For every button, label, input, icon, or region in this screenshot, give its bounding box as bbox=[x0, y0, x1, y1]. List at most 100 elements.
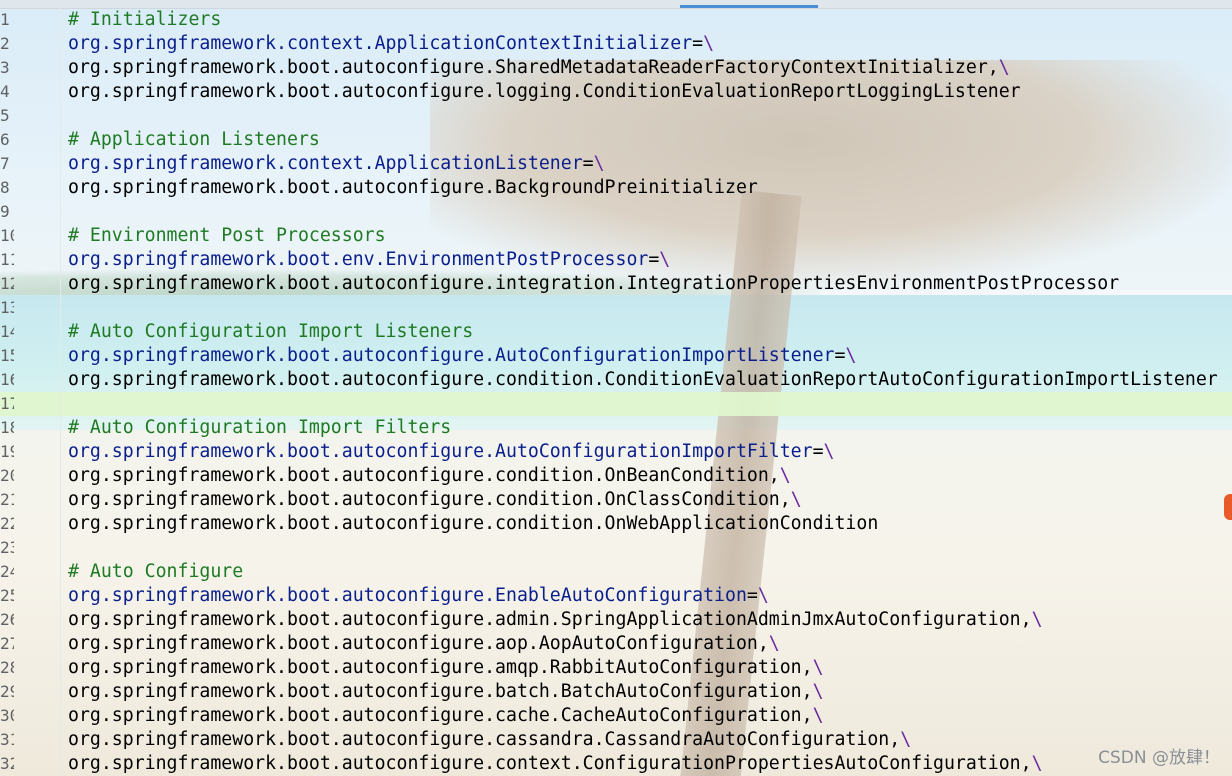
code-text: org.springframework.boot.autoconfigure.c… bbox=[68, 728, 911, 752]
property-value: org.springframework.boot.autoconfigure.i… bbox=[68, 273, 1120, 294]
line-continuation: \ bbox=[900, 729, 912, 750]
line-number: 26 bbox=[0, 610, 14, 629]
comment-text: # Environment Post Processors bbox=[68, 225, 386, 246]
code-text: org.springframework.boot.autoconfigure.c… bbox=[68, 464, 791, 488]
line-continuation: \ bbox=[998, 57, 1010, 78]
line-number: 23 bbox=[0, 538, 14, 557]
property-key: org.springframework.boot.autoconfigure.E… bbox=[68, 585, 747, 606]
watermark: CSDN @放肆！ bbox=[1098, 748, 1220, 768]
code-text: org.springframework.boot.autoconfigure.a… bbox=[68, 608, 1043, 632]
code-text: org.springframework.boot.autoconfigure.S… bbox=[68, 56, 1010, 80]
line-number: 27 bbox=[0, 634, 14, 653]
code-text: # Auto Configure bbox=[68, 560, 243, 584]
code-text: org.springframework.context.ApplicationL… bbox=[68, 152, 605, 176]
code-text: org.springframework.boot.autoconfigure.a… bbox=[68, 632, 780, 656]
line-continuation: \ bbox=[790, 489, 802, 510]
comment-text: # Auto Configure bbox=[68, 561, 244, 582]
line-number: 4 bbox=[0, 82, 10, 101]
code-text: # Environment Post Processors bbox=[68, 224, 386, 248]
line-number: 1 bbox=[0, 10, 10, 29]
line-number: 2 bbox=[0, 34, 10, 53]
code-text: # Initializers bbox=[68, 8, 221, 32]
property-value: org.springframework.boot.autoconfigure.S… bbox=[68, 57, 999, 78]
property-key: org.springframework.boot.autoconfigure.A… bbox=[68, 345, 835, 366]
line-number: 32 bbox=[0, 754, 14, 773]
line-number: 9 bbox=[0, 202, 10, 221]
line-continuation: =\ bbox=[582, 153, 605, 174]
active-tab-indicator bbox=[680, 5, 818, 8]
line-continuation: =\ bbox=[812, 441, 835, 462]
line-number: 10 bbox=[0, 226, 14, 245]
line-number: 17 bbox=[0, 394, 14, 413]
side-notification-chip[interactable] bbox=[1224, 494, 1232, 520]
line-continuation: =\ bbox=[834, 345, 857, 366]
line-number: 18 bbox=[0, 418, 14, 437]
line-number: 14 bbox=[0, 322, 14, 341]
property-value: org.springframework.boot.autoconfigure.c… bbox=[68, 513, 879, 534]
code-text: org.springframework.boot.autoconfigure.c… bbox=[68, 752, 1043, 776]
property-value: org.springframework.boot.autoconfigure.c… bbox=[68, 489, 791, 510]
line-number: 6 bbox=[0, 130, 10, 149]
line-number: 8 bbox=[0, 178, 10, 197]
property-key: org.springframework.boot.autoconfigure.A… bbox=[68, 441, 813, 462]
code-text: org.springframework.boot.autoconfigure.c… bbox=[68, 704, 824, 728]
line-number: 16 bbox=[0, 370, 14, 389]
property-key: org.springframework.context.ApplicationL… bbox=[68, 153, 583, 174]
line-number: 3 bbox=[0, 58, 10, 77]
code-text: org.springframework.boot.env.Environment… bbox=[68, 248, 670, 272]
line-continuation: \ bbox=[812, 705, 824, 726]
property-value: org.springframework.boot.autoconfigure.c… bbox=[68, 369, 1218, 390]
line-continuation: =\ bbox=[746, 585, 769, 606]
code-text: org.springframework.boot.autoconfigure.i… bbox=[68, 272, 1119, 296]
code-text: org.springframework.boot.autoconfigure.E… bbox=[68, 584, 769, 608]
line-number: 21 bbox=[0, 490, 14, 509]
line-number: 22 bbox=[0, 514, 14, 533]
line-number: 25 bbox=[0, 586, 14, 605]
line-number: 30 bbox=[0, 706, 14, 725]
property-value: org.springframework.boot.autoconfigure.c… bbox=[68, 705, 813, 726]
code-text: org.springframework.boot.autoconfigure.B… bbox=[68, 176, 758, 200]
comment-text: # Application Listeners bbox=[68, 129, 320, 150]
property-value: org.springframework.boot.autoconfigure.a… bbox=[68, 657, 813, 678]
code-text: # Auto Configuration Import Listeners bbox=[68, 320, 473, 344]
code-text: org.springframework.context.ApplicationC… bbox=[68, 32, 714, 56]
code-text: org.springframework.boot.autoconfigure.c… bbox=[68, 368, 1218, 392]
line-continuation: \ bbox=[812, 681, 824, 702]
line-continuation: =\ bbox=[648, 249, 671, 270]
line-continuation: \ bbox=[812, 657, 824, 678]
line-number: 19 bbox=[0, 442, 14, 461]
property-value: org.springframework.boot.autoconfigure.a… bbox=[68, 609, 1032, 630]
current-line-highlight bbox=[0, 392, 1232, 416]
line-number: 28 bbox=[0, 658, 14, 677]
line-number: 12 bbox=[0, 274, 14, 293]
line-continuation: \ bbox=[779, 465, 791, 486]
property-key: org.springframework.boot.env.Environment… bbox=[68, 249, 649, 270]
code-text: org.springframework.boot.autoconfigure.c… bbox=[68, 488, 802, 512]
line-number: 24 bbox=[0, 562, 14, 581]
line-number: 7 bbox=[0, 154, 10, 173]
property-value: org.springframework.boot.autoconfigure.l… bbox=[68, 81, 1021, 102]
code-text: org.springframework.boot.autoconfigure.b… bbox=[68, 680, 824, 704]
gutter-divider bbox=[60, 8, 61, 776]
code-text: org.springframework.boot.autoconfigure.A… bbox=[68, 344, 856, 368]
code-text: org.springframework.boot.autoconfigure.l… bbox=[68, 80, 1021, 104]
property-value: org.springframework.boot.autoconfigure.c… bbox=[68, 729, 901, 750]
property-value: org.springframework.boot.autoconfigure.b… bbox=[68, 681, 813, 702]
code-text: # Application Listeners bbox=[68, 128, 320, 152]
code-text: org.springframework.boot.autoconfigure.A… bbox=[68, 440, 835, 464]
line-number: 29 bbox=[0, 682, 14, 701]
comment-text: # Auto Configuration Import Listeners bbox=[68, 321, 474, 342]
property-value: org.springframework.boot.autoconfigure.a… bbox=[68, 633, 769, 654]
line-number: 5 bbox=[0, 106, 10, 125]
property-value: org.springframework.boot.autoconfigure.B… bbox=[68, 177, 758, 198]
code-text: org.springframework.boot.autoconfigure.a… bbox=[68, 656, 824, 680]
code-text: org.springframework.boot.autoconfigure.c… bbox=[68, 512, 878, 536]
code-text: # Auto Configuration Import Filters bbox=[68, 416, 451, 440]
line-continuation: \ bbox=[1031, 753, 1043, 774]
line-number: 15 bbox=[0, 346, 14, 365]
comment-text: # Auto Configuration Import Filters bbox=[68, 417, 452, 438]
line-number: 13 bbox=[0, 298, 14, 317]
property-value: org.springframework.boot.autoconfigure.c… bbox=[68, 465, 780, 486]
line-continuation: \ bbox=[768, 633, 780, 654]
line-continuation: \ bbox=[1031, 609, 1043, 630]
